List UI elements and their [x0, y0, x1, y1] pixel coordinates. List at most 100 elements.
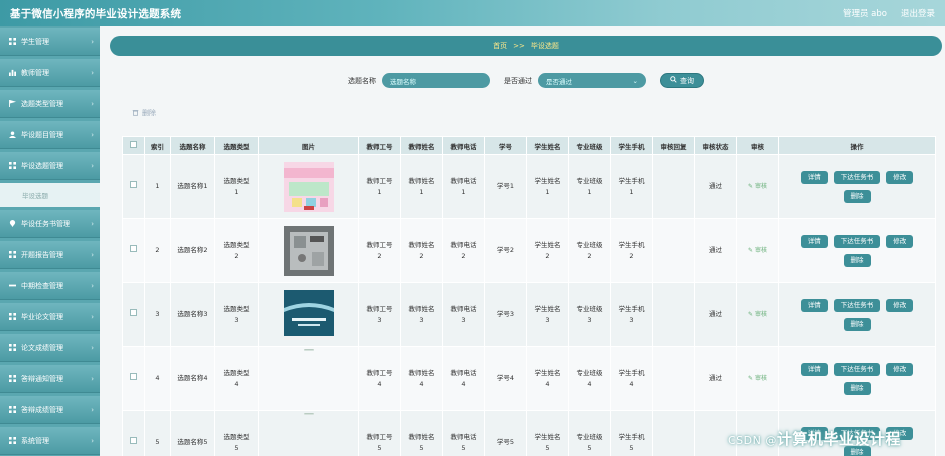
- grid-icon: [8, 38, 16, 46]
- cell-idx: 3: [144, 282, 171, 347]
- cell-type: 选题类型 3: [214, 282, 259, 347]
- audit-link[interactable]: ✎ 审核: [748, 311, 767, 318]
- audit-label: 审核: [754, 247, 767, 254]
- cell-name: 选题名称5: [170, 410, 215, 456]
- row-select-cell[interactable]: [122, 154, 145, 219]
- row-checkbox[interactable]: [130, 309, 137, 316]
- sidebar: 学生管理 › 教师管理 › 选题类型管理 › 毕设题目管理 › 毕设选题管理 › 毕设选题毕设任务书…: [0, 26, 100, 456]
- column-header: 审核: [736, 136, 779, 155]
- edit-button[interactable]: 修改: [886, 298, 914, 312]
- row-select-cell[interactable]: [122, 346, 145, 411]
- delete-button[interactable]: 删除: [843, 317, 871, 331]
- cell-cls: 专业班级 2: [568, 218, 611, 283]
- cell-sphone: 学生手机 5: [610, 410, 653, 456]
- select-all-cell[interactable]: [122, 136, 145, 155]
- top-bar: 基于微信小程序的毕业设计选题系统 管理员 abo 退出登录: [0, 0, 945, 26]
- cell-name: 选题名称2: [170, 218, 215, 283]
- cell-idx: 5: [144, 410, 171, 456]
- assign-task-button[interactable]: 下达任务书: [833, 362, 881, 376]
- chevron-right-icon: ›: [91, 251, 94, 259]
- sidebar-item-6[interactable]: 毕设任务书管理 ›: [0, 210, 100, 238]
- edit-button[interactable]: 修改: [886, 234, 914, 248]
- chevron-down-icon: ⌄: [632, 76, 638, 85]
- row-checkbox[interactable]: [130, 373, 137, 380]
- assign-task-button[interactable]: 下达任务书: [833, 298, 881, 312]
- delete-button[interactable]: 删除: [843, 189, 871, 203]
- user-icon: [8, 131, 16, 139]
- delete-button[interactable]: 删除: [843, 381, 871, 395]
- audit-link[interactable]: ✎ 审核: [748, 375, 767, 382]
- cell-type: 选题类型 2: [214, 218, 259, 283]
- audit-link[interactable]: ✎ 审核: [748, 247, 767, 254]
- cell-tname: 教师姓名 1: [400, 154, 443, 219]
- table-row: 3 选题名称3 选题类型 3 教师工号 3 教师姓名 3 教师电话 3 学号3 学生姓名 3专…: [122, 282, 936, 347]
- cell-reply: [652, 346, 695, 411]
- row-select-cell[interactable]: [122, 282, 145, 347]
- select-all-checkbox[interactable]: [130, 141, 137, 148]
- sidebar-item-7[interactable]: 开题报告管理 ›: [0, 241, 100, 269]
- chevron-right-icon: ›: [91, 220, 94, 228]
- delete-button[interactable]: 删除: [843, 253, 871, 267]
- sidebar-item-0[interactable]: 学生管理 ›: [0, 28, 100, 56]
- pin-icon: [8, 220, 16, 228]
- detail-button[interactable]: 详情: [800, 298, 828, 312]
- audit-link[interactable]: ✎ 审核: [748, 183, 767, 190]
- detail-button[interactable]: 详情: [800, 362, 828, 376]
- cell-idx: 1: [144, 154, 171, 219]
- name-input[interactable]: 选题名称: [382, 73, 490, 88]
- watermark: CSDN @计算机毕业设计程: [728, 428, 901, 449]
- edit-button[interactable]: 修改: [886, 170, 914, 184]
- row-checkbox[interactable]: [130, 181, 137, 188]
- row-select-cell[interactable]: [122, 410, 145, 456]
- sidebar-item-3[interactable]: 毕设题目管理 ›: [0, 121, 100, 149]
- sidebar-item-10[interactable]: 论文成绩管理 ›: [0, 334, 100, 362]
- search-bar: 选题名称 选题名称 是否通过 是否通过 ⌄ 查询: [348, 73, 704, 88]
- batch-delete-button[interactable]: 删除: [132, 108, 156, 118]
- assign-task-button[interactable]: 下达任务书: [833, 234, 881, 248]
- sidebar-item-1[interactable]: 教师管理 ›: [0, 59, 100, 87]
- column-header: 审核回复: [652, 136, 695, 155]
- cell-sno: 学号1: [484, 154, 527, 219]
- cell-tno: 教师工号 3: [358, 282, 401, 347]
- row-checkbox[interactable]: [130, 437, 137, 444]
- cell-name: 选题名称3: [170, 282, 215, 347]
- breadcrumb-home[interactable]: 首页: [493, 41, 507, 51]
- logout-link[interactable]: 退出登录: [901, 7, 935, 19]
- sidebar-item-label: 论文成绩管理: [21, 343, 63, 352]
- chevron-right-icon: ›: [91, 100, 94, 108]
- sidebar-item-8[interactable]: 中期检查管理 ›: [0, 272, 100, 300]
- batch-delete-label: 删除: [142, 109, 156, 117]
- cell-tphone: 教师电话 1: [442, 154, 485, 219]
- assign-task-button[interactable]: 下达任务书: [833, 170, 881, 184]
- cell-cls: 专业班级 5: [568, 410, 611, 456]
- topic-image: [261, 161, 356, 212]
- cell-tname: 教师姓名 2: [400, 218, 443, 283]
- sidebar-item-11[interactable]: 答辩通知管理 ›: [0, 365, 100, 393]
- cell-sphone: 学生手机 3: [610, 282, 653, 347]
- sidebar-item-label: 开题报告管理: [21, 250, 63, 259]
- chevron-right-icon: ›: [91, 344, 94, 352]
- cell-cls: 专业班级 1: [568, 154, 611, 219]
- sidebar-item-2[interactable]: 选题类型管理 ›: [0, 90, 100, 118]
- row-select-cell[interactable]: [122, 218, 145, 283]
- edit-icon: ✎: [748, 183, 755, 190]
- sidebar-item-12[interactable]: 答辩成绩管理 ›: [0, 396, 100, 424]
- cell-reply: [652, 282, 695, 347]
- sidebar-item-13[interactable]: 系统管理 ›: [0, 427, 100, 455]
- user-label[interactable]: 管理员 abo: [843, 7, 887, 19]
- sidebar-subitem-topic[interactable]: 毕设选题: [0, 183, 100, 207]
- detail-button[interactable]: 详情: [800, 170, 828, 184]
- image-cell: [258, 282, 359, 347]
- chart-icon: [8, 69, 16, 77]
- pass-select[interactable]: 是否通过 ⌄: [538, 73, 646, 88]
- sidebar-item-4[interactable]: 毕设选题管理 ›: [0, 152, 100, 180]
- cell-sno: 学号3: [484, 282, 527, 347]
- detail-button[interactable]: 详情: [800, 234, 828, 248]
- sidebar-item-label: 系统管理: [21, 436, 49, 445]
- sidebar-item-9[interactable]: 毕业论文管理 ›: [0, 303, 100, 331]
- row-checkbox[interactable]: [130, 245, 137, 252]
- sidebar-item-label: 中期检查管理: [21, 281, 63, 290]
- operations-cell: 详情 下达任务书 修改删除: [778, 282, 936, 347]
- search-button[interactable]: 查询: [660, 73, 704, 88]
- edit-button[interactable]: 修改: [886, 362, 914, 376]
